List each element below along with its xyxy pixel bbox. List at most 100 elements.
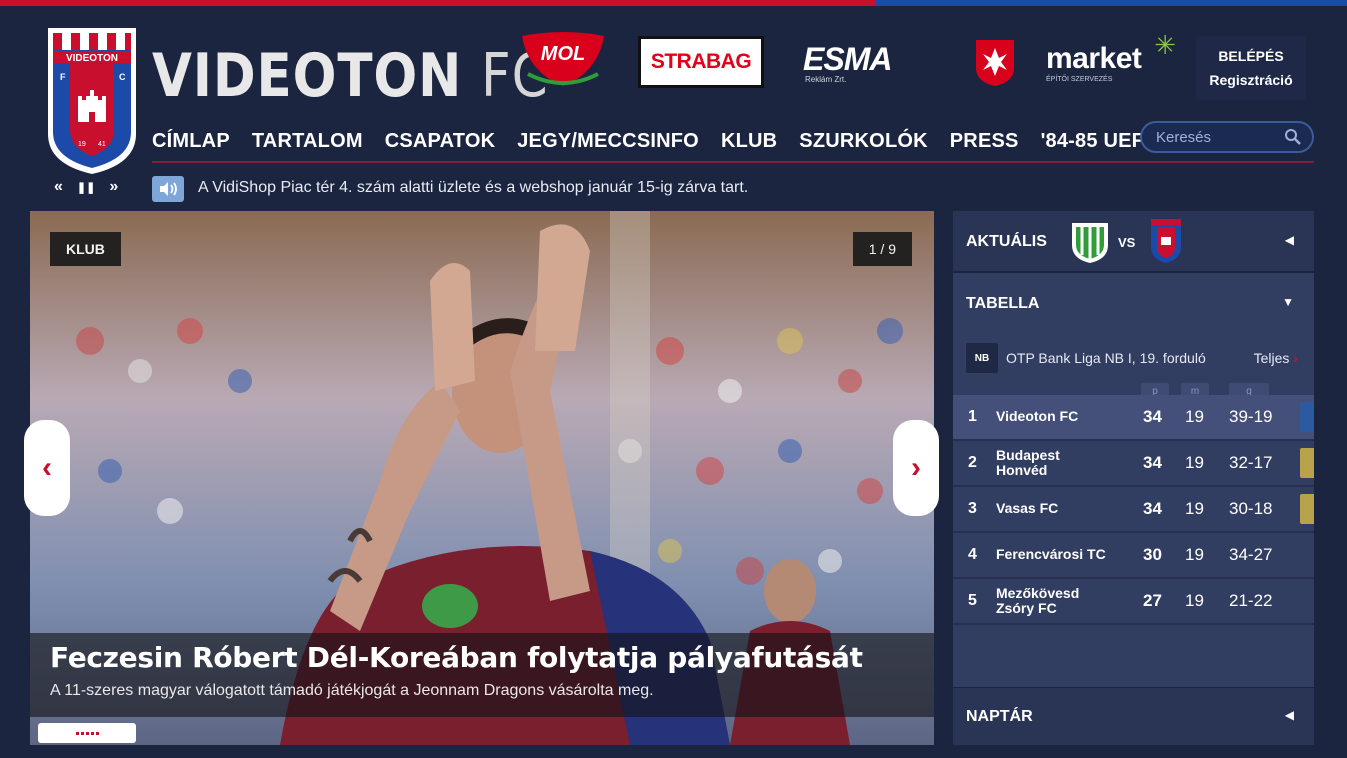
nav-divider <box>152 161 1314 163</box>
main-nav: CÍMLAP TARTALOM CSAPATOK JEGY/MECCSINFO … <box>152 130 1158 153</box>
nav-item-klub[interactable]: KLUB <box>721 130 777 153</box>
search-icon[interactable] <box>1284 128 1302 146</box>
ticker-message[interactable]: A VidiShop Piac tér 4. szám alatti üzlet… <box>198 179 748 197</box>
nav-item-tartalom[interactable]: TARTALOM <box>252 130 363 153</box>
slide-caption[interactable]: Feczesin Róbert Dél-Koreában folytatja p… <box>30 633 934 717</box>
row-goals: 39-19 <box>1229 407 1273 426</box>
strabag-sponsor-logo[interactable]: STRABAG <box>638 36 764 88</box>
row-points: 27 <box>1143 591 1162 610</box>
row-points: 34 <box>1143 407 1162 426</box>
row-goals: 32-17 <box>1229 453 1273 472</box>
calendar-title: NAPTÁR <box>966 708 1033 725</box>
chevron-right-icon: › <box>911 451 921 484</box>
ticker-pause-button[interactable]: ❚❚ <box>77 178 95 198</box>
news-slider: KLUB 1 / 9 Feczesin Róbert Dél-Koreában … <box>30 211 934 745</box>
caret-left-icon: ◀ <box>1284 708 1294 722</box>
search-box <box>1140 121 1314 153</box>
full-table-label: Teljes <box>1253 350 1290 366</box>
chevron-left-icon: ‹ <box>42 451 52 484</box>
row-matches: 19 <box>1185 453 1204 472</box>
table-row[interactable]: 5 Mezőkövesd Zsóry FC 27 19 21-22 <box>953 579 1314 625</box>
club-crest-logo[interactable]: VIDEOTON F C 19 41 <box>44 24 140 176</box>
caret-down-icon[interactable]: ▼ <box>1282 295 1294 309</box>
market-label: market <box>1046 41 1142 75</box>
row-position: 1 <box>968 408 977 425</box>
row-position: 3 <box>968 500 977 517</box>
row-position: 2 <box>968 454 977 471</box>
svg-text:19: 19 <box>78 141 86 148</box>
table-row[interactable]: 2 Budapest Honvéd 34 19 32-17 <box>953 441 1314 487</box>
league-info: NB OTP Bank Liga NB I, 19. forduló <box>966 343 1206 373</box>
row-goals: 30-18 <box>1229 499 1273 518</box>
svg-text:VIDEOTON: VIDEOTON <box>66 53 118 64</box>
table-row[interactable]: 4 Ferencvárosi TC 30 19 34-27 <box>953 533 1314 579</box>
ticker-controls: « ❚❚ » <box>54 178 118 198</box>
site-title[interactable]: VIDEOTON FC <box>152 46 548 106</box>
star-icon: ✳ <box>1154 30 1176 60</box>
register-link[interactable]: Regisztráció <box>1209 72 1292 88</box>
search-input[interactable] <box>1156 128 1276 146</box>
row-matches: 19 <box>1185 499 1204 518</box>
versus-label: VS <box>1118 235 1136 250</box>
europa-league-icon <box>1300 494 1314 524</box>
mol-label: MOL <box>541 43 585 65</box>
strabag-label: STRABAG <box>650 50 752 73</box>
row-position: 4 <box>968 546 977 563</box>
row-points: 34 <box>1143 453 1162 472</box>
current-match-title: AKTUÁLIS <box>966 233 1047 250</box>
esma-sponsor-logo[interactable]: ESMA Reklám Zrt. <box>803 38 937 88</box>
slide-dots[interactable] <box>38 723 136 743</box>
top-color-bar <box>0 0 1347 6</box>
table-row[interactable]: 1 Videoton FC 34 19 39-19 <box>953 395 1314 441</box>
account-box: BELÉPÉS Regisztráció <box>1196 36 1306 100</box>
opponent-crest-icon <box>1072 223 1108 263</box>
current-match-panel[interactable]: AKTUÁLIS VS ◀ <box>953 211 1314 271</box>
champions-league-icon <box>1300 402 1314 432</box>
row-team: Videoton FC <box>996 408 1079 425</box>
row-matches: 19 <box>1185 591 1204 610</box>
chevron-right-icon: › <box>1293 350 1298 366</box>
slider-prev-button[interactable]: ‹ <box>24 420 70 516</box>
full-table-link[interactable]: Teljes › <box>1254 350 1298 366</box>
login-link[interactable]: BELÉPÉS <box>1218 48 1283 64</box>
table-row[interactable]: 3 Vasas FC 34 19 30-18 <box>953 487 1314 533</box>
nav-item-szurkolok[interactable]: SZURKOLÓK <box>799 130 927 153</box>
nav-item-press[interactable]: PRESS <box>950 130 1019 153</box>
market-subtitle: ÉPÍTŐI SZERVEZÉS <box>1046 75 1113 83</box>
nav-item-cimlap[interactable]: CÍMLAP <box>152 130 230 153</box>
row-position: 5 <box>968 592 977 609</box>
slide-headline[interactable]: Feczesin Róbert Dél-Koreában folytatja p… <box>50 641 914 674</box>
row-goals: 34-27 <box>1229 545 1273 564</box>
standings-title[interactable]: TABELLA <box>966 295 1039 313</box>
slider-next-button[interactable]: › <box>893 420 939 516</box>
row-team: Vasas FC <box>996 500 1059 517</box>
standings-panel: TABELLA ▼ NB OTP Bank Liga NB I, 19. for… <box>953 273 1314 687</box>
row-matches: 19 <box>1185 545 1204 564</box>
esma-subtitle: Reklám Zrt. <box>805 74 847 84</box>
category-badge[interactable]: KLUB <box>50 232 121 266</box>
nav-item-jegy[interactable]: JEGY/MECCSINFO <box>517 130 699 153</box>
slide-counter: 1 / 9 <box>852 232 912 266</box>
row-team: Budapest Honvéd <box>996 446 1060 478</box>
mol-sponsor-logo[interactable]: MOL <box>518 30 608 88</box>
europa-league-icon <box>1300 448 1314 478</box>
svg-text:F: F <box>60 72 66 82</box>
league-name: OTP Bank Liga NB I, 19. forduló <box>1006 350 1206 366</box>
ticker-next-button[interactable]: » <box>109 178 118 198</box>
league-badge: NB <box>966 343 998 373</box>
nav-item-csapatok[interactable]: CSAPATOK <box>385 130 496 153</box>
row-points: 30 <box>1143 545 1162 564</box>
caret-left-icon: ◀ <box>1284 233 1294 247</box>
svg-text:41: 41 <box>98 141 106 148</box>
row-goals: 21-22 <box>1229 591 1273 610</box>
row-matches: 19 <box>1185 407 1204 426</box>
row-team: Ferencvárosi TC <box>996 546 1106 563</box>
row-team: Mezőkövesd Zsóry FC <box>996 584 1080 616</box>
calendar-panel[interactable]: NAPTÁR ◀ <box>953 688 1314 745</box>
market-sponsor-logo[interactable]: market ✳ ÉPÍTŐI SZERVEZÉS <box>1046 30 1178 90</box>
slide-summary: A 11-szeres magyar válogatott támadó ját… <box>50 682 654 699</box>
row-points: 34 <box>1143 499 1162 518</box>
svg-text:C: C <box>119 72 126 82</box>
ticker-prev-button[interactable]: « <box>54 178 63 198</box>
maltese-cross-sponsor-logo[interactable] <box>972 36 1018 88</box>
